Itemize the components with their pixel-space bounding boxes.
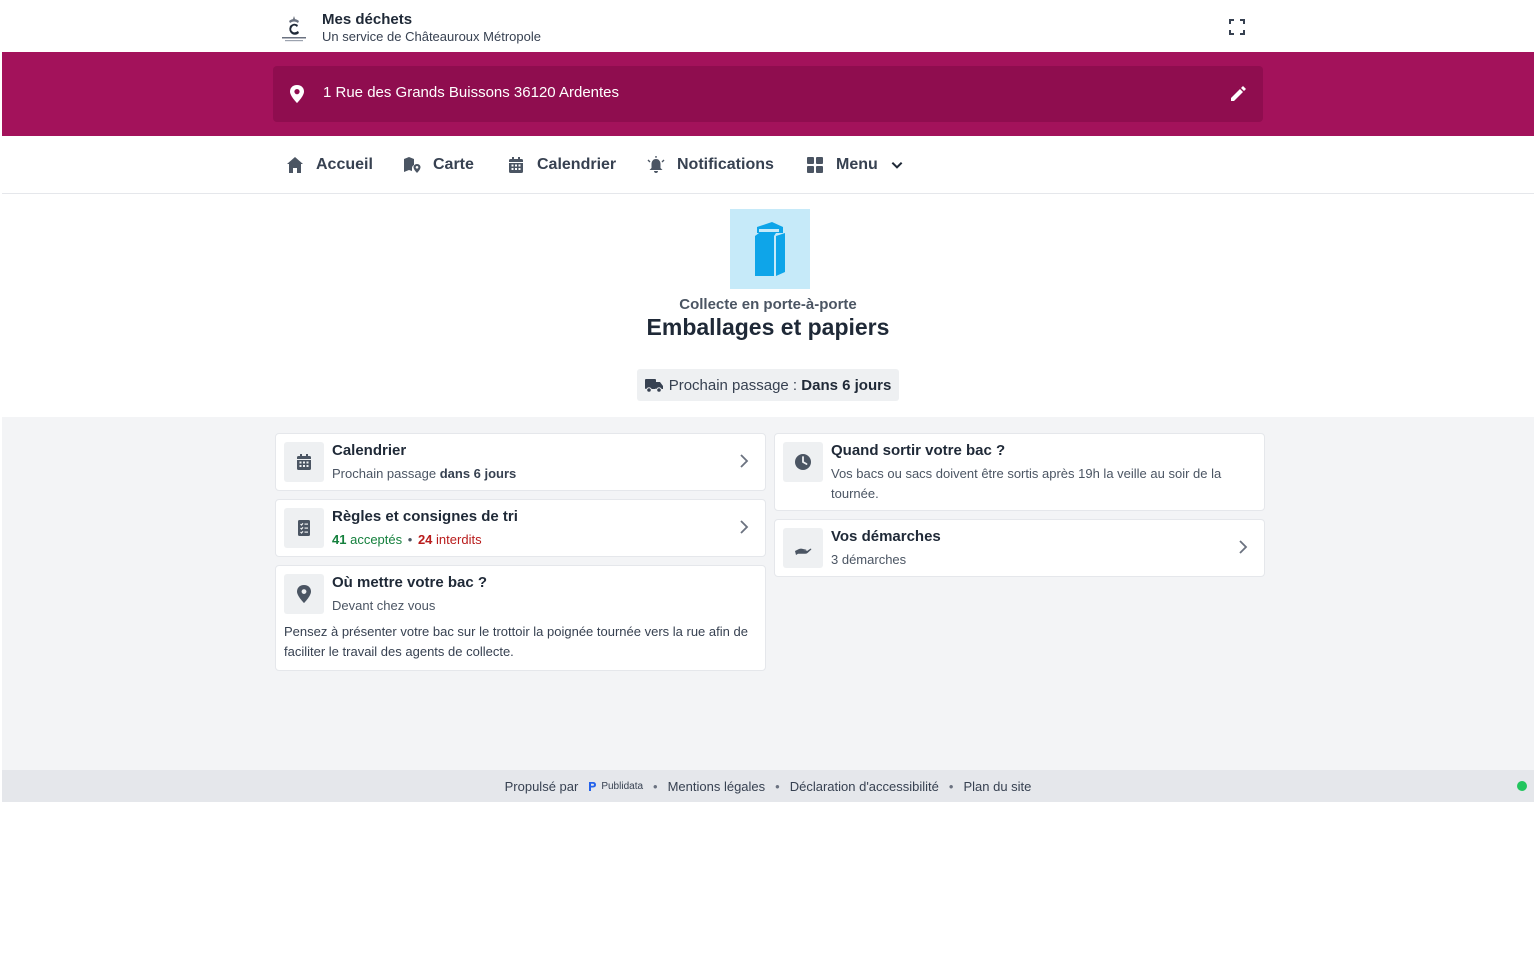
edit-pencil-icon[interactable]: [1229, 85, 1247, 103]
app-title: Mes déchets: [322, 11, 413, 28]
publidata-link[interactable]: Publidata: [588, 781, 643, 792]
card-subtitle: Devant chez vous: [332, 598, 436, 613]
checklist-icon: [298, 520, 310, 536]
calendar-card[interactable]: Calendrier Prochain passage dans 6 jours: [275, 433, 766, 491]
chateauroux-logo: [282, 16, 306, 42]
nav-label: Notifications: [677, 155, 774, 173]
address-bar[interactable]: 1 Rue des Grands Buissons 36120 Ardentes: [273, 66, 1263, 122]
nav-item-accueil[interactable]: Accueil: [286, 136, 373, 193]
card-subtitle: 3 démarches: [831, 552, 907, 567]
next-pass-delay: dans 6 jours: [439, 466, 517, 481]
card-title: Calendrier: [332, 442, 407, 459]
when-to-put-out-card: Quand sortir votre bac ? Vos bacs ou sac…: [774, 433, 1265, 511]
card-title: Règles et consignes de tri: [332, 508, 518, 525]
collection-mode: Collecte en porte-à-porte: [679, 296, 857, 313]
card-subtitle: 41 acceptés • 24 interdits: [332, 530, 482, 550]
chevron-right-icon: [740, 520, 749, 534]
card-subtitle: Prochain passage dans 6 jours: [332, 464, 516, 484]
publidata-logo-icon: [589, 782, 597, 791]
waste-type-title: Emballages et papiers: [646, 314, 890, 340]
accessibility-link[interactable]: Déclaration d'accessibilité: [790, 779, 939, 794]
nav-label: Calendrier: [537, 155, 617, 173]
card-description: Pensez à présenter votre bac sur le trot…: [284, 624, 748, 659]
nav-item-menu[interactable]: Menu: [806, 136, 904, 193]
app-frame: Mes déchets Un service de Châteauroux Mé…: [2, 2, 1534, 802]
location-pin-icon: [290, 85, 304, 103]
procedures-card[interactable]: Vos démarches 3 démarches: [774, 519, 1265, 577]
forbidden-count: 24 interdits: [417, 532, 482, 547]
nav-label: Menu: [836, 155, 878, 173]
next-collection-badge: Prochain passage : Dans 6 jours: [636, 369, 900, 401]
status-indicator: [1517, 781, 1527, 791]
next-collection-value: Dans 6 jours: [801, 376, 892, 394]
card-title: Vos démarches: [831, 528, 941, 545]
chevron-down-icon: [891, 161, 903, 169]
card-icon-box: [284, 574, 324, 614]
next-collection-label: Prochain passage :: [668, 376, 798, 394]
address-text: 1 Rue des Grands Buissons 36120 Ardentes: [323, 84, 620, 101]
card-icon-box: [783, 528, 823, 568]
hand-icon: [795, 548, 812, 555]
powered-by-label: Propulsé par: [504, 778, 579, 794]
main-nav: Accueil Carte Calendrier Notifications M…: [2, 136, 1534, 194]
accepted-count: 41 acceptés: [332, 532, 403, 547]
legal-notice-link[interactable]: Mentions légales: [668, 779, 766, 794]
address-band: 1 Rue des Grands Buissons 36120 Ardentes: [2, 52, 1534, 136]
nav-item-notifications[interactable]: Notifications: [647, 136, 774, 193]
nav-label: Accueil: [316, 155, 373, 173]
card-icon-box: [783, 442, 823, 482]
waste-type-badge: [730, 209, 810, 289]
location-pin-icon: [297, 585, 311, 603]
footer: Propulsé par Publidata • Mentions légale…: [2, 770, 1534, 802]
nav-label: Carte: [433, 155, 474, 173]
card-title: Quand sortir votre bac ?: [831, 442, 1006, 459]
sitemap-link[interactable]: Plan du site: [963, 779, 1031, 794]
rules-separator: •: [407, 532, 413, 547]
map-icon: [404, 156, 421, 173]
publidata-label: Publidata: [601, 780, 644, 792]
next-collection-wrap: Prochain passage : Dans 6 jours: [2, 369, 1534, 401]
collection-hero: Collecte en porte-à-porte Emballages et …: [2, 194, 1534, 417]
sorting-rules-card[interactable]: Règles et consignes de tri 41 acceptés •…: [275, 499, 766, 557]
nav-item-calendrier[interactable]: Calendrier: [507, 136, 616, 193]
fullscreen-icon[interactable]: [1228, 18, 1246, 36]
nav-item-carte[interactable]: Carte: [403, 136, 474, 193]
chevron-right-icon: [1239, 540, 1248, 554]
card-icon-box: [284, 508, 324, 548]
card-subtitle: Vos bacs ou sacs doivent être sortis apr…: [831, 466, 1222, 501]
app-subtitle: Un service de Châteauroux Métropole: [322, 29, 541, 44]
next-pass-prefix: Prochain passage: [332, 466, 437, 481]
footer-separator: •: [948, 778, 954, 794]
card-icon-box: [284, 442, 324, 482]
packaging-carton-icon: [755, 222, 785, 276]
card-title: Où mettre votre bac ?: [332, 574, 488, 591]
bell-icon: [647, 155, 665, 173]
calendar-icon: [509, 156, 523, 173]
home-icon: [287, 156, 303, 173]
top-bar: Mes déchets Un service de Châteauroux Mé…: [2, 2, 1534, 52]
chevron-right-icon: [740, 454, 749, 468]
grid-icon: [807, 156, 823, 173]
truck-icon: [644, 379, 663, 393]
footer-separator: •: [653, 778, 658, 794]
bin-location-card: Où mettre votre bac ? Devant chez vous P…: [275, 565, 766, 671]
calendar-icon: [297, 454, 311, 470]
clock-icon: [795, 454, 811, 470]
footer-separator: •: [775, 778, 780, 794]
